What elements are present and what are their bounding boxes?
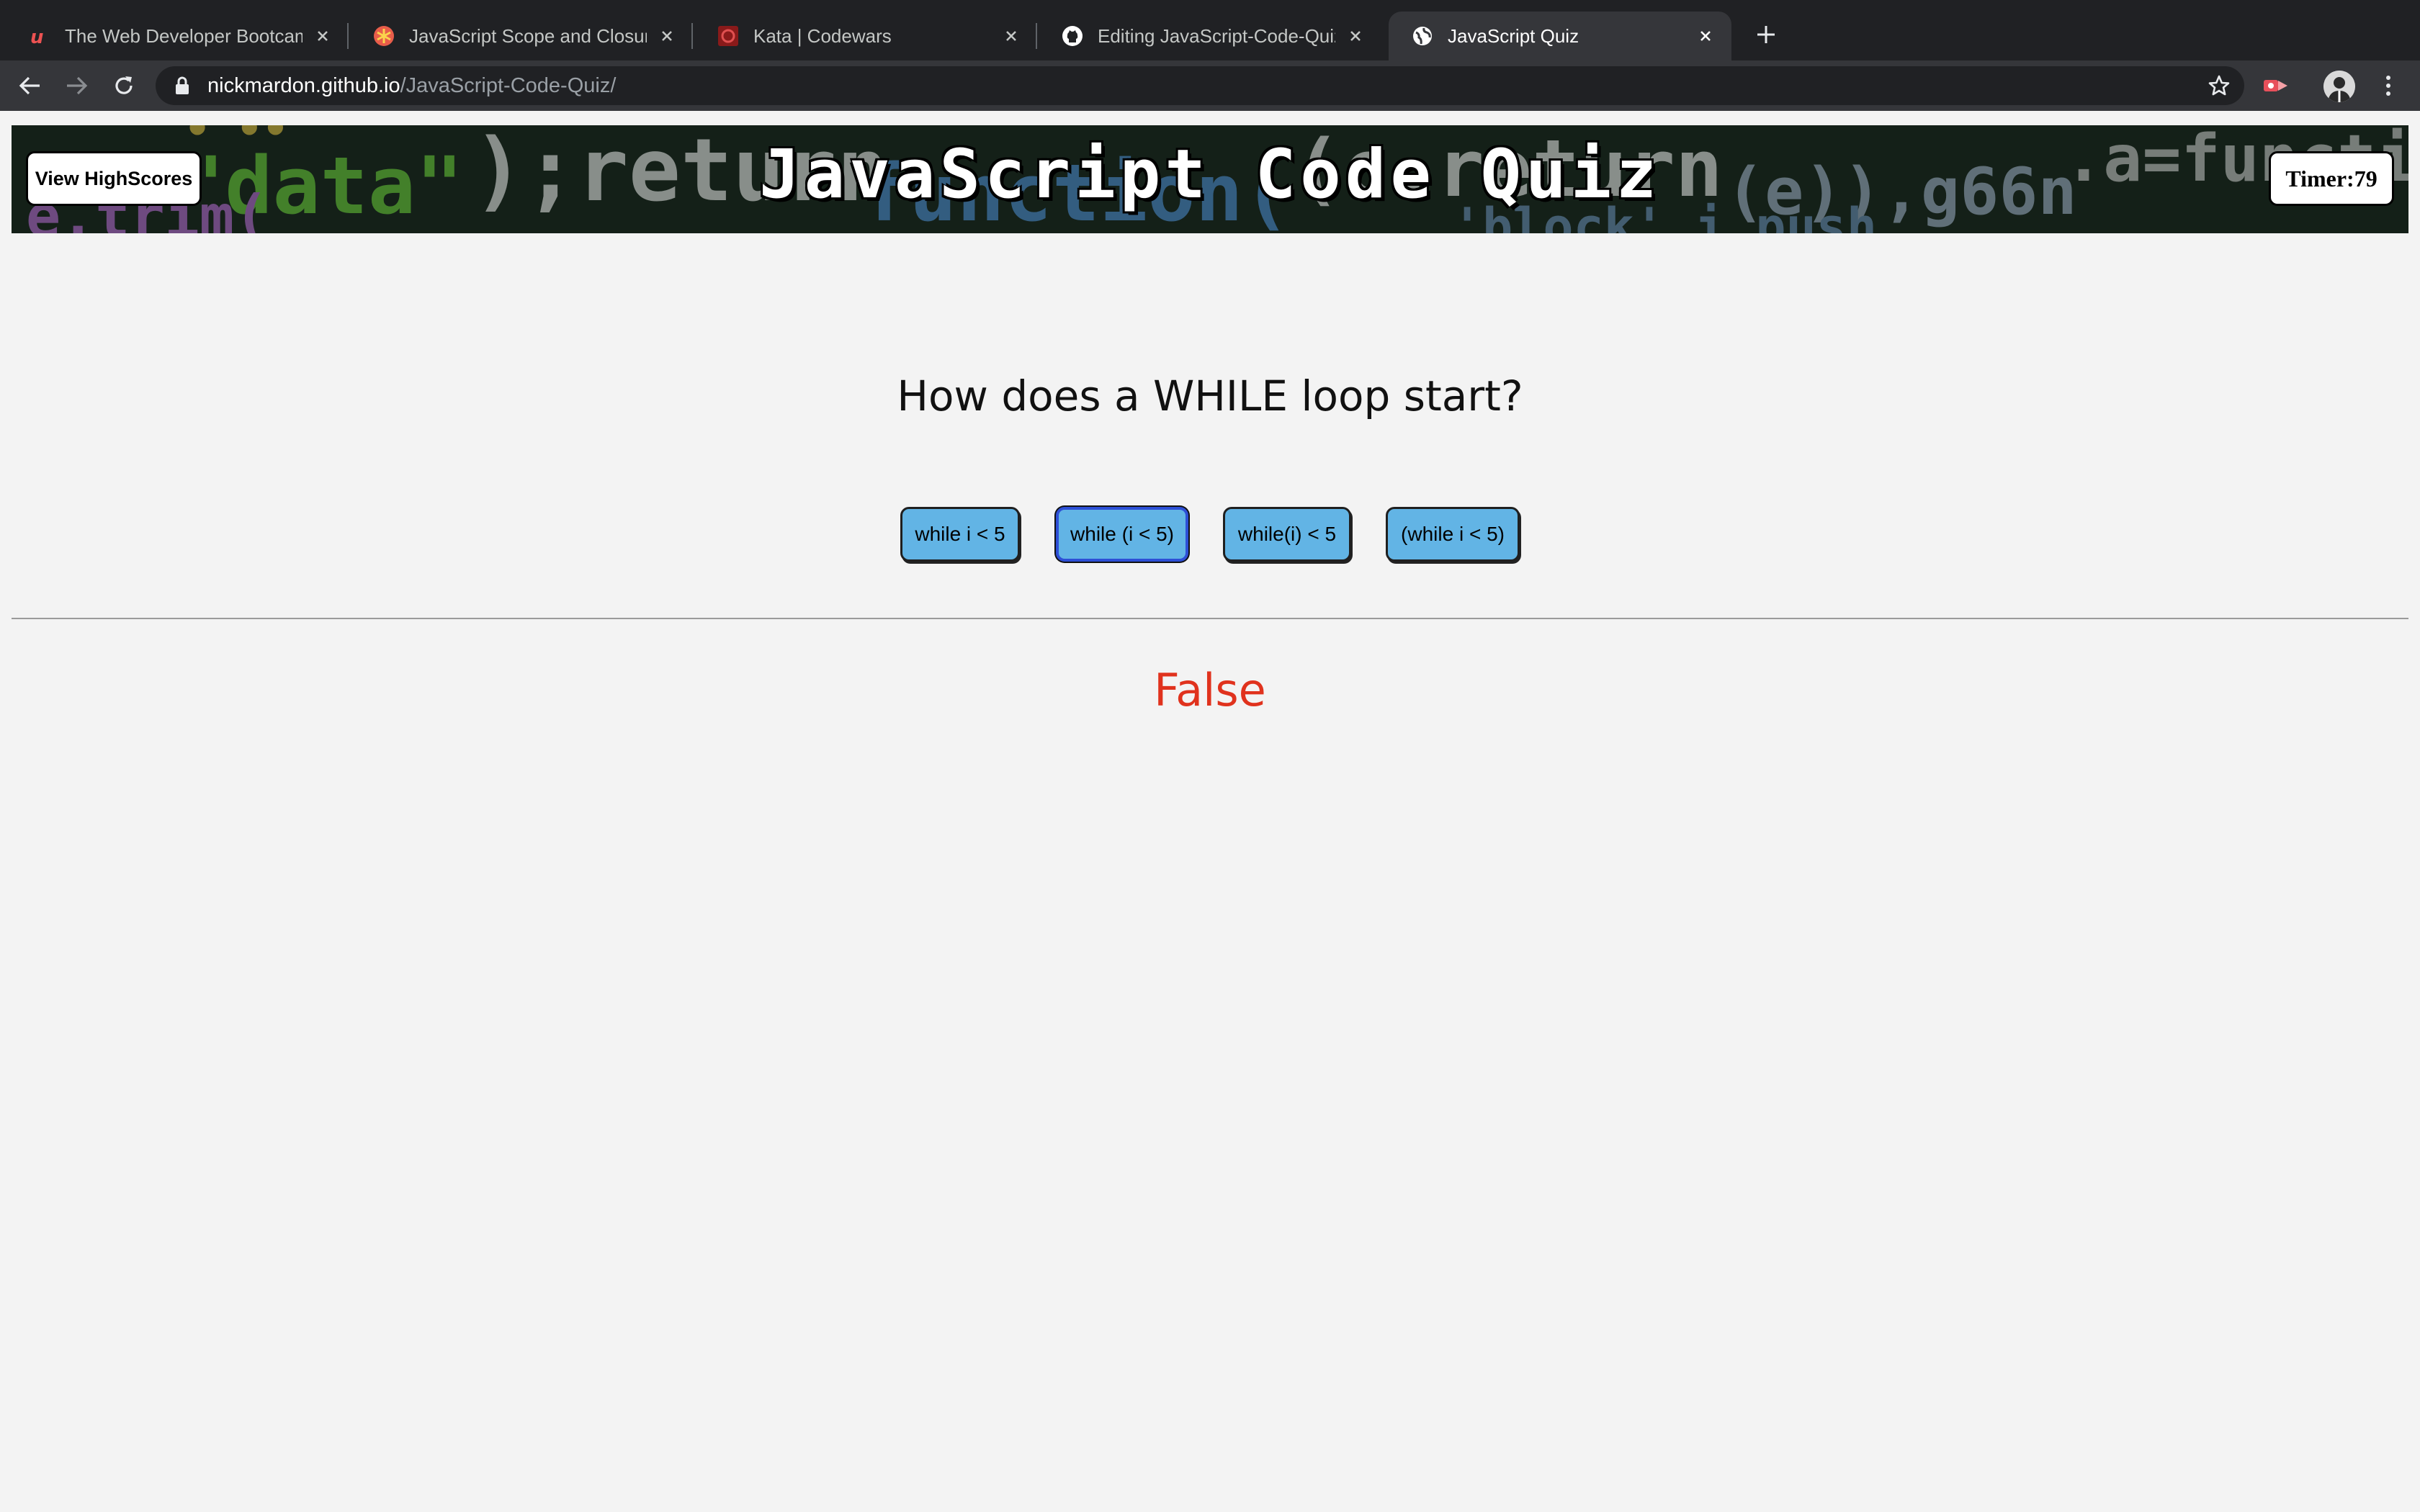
timer-display: Timer:79 [2269, 151, 2394, 206]
extension-icon [2264, 80, 2287, 91]
answer-choices: while i < 5 while (i < 5) while(i) < 5 (… [0, 507, 2420, 564]
tab-title: JavaScript Quiz [1448, 24, 1579, 47]
url-text: nickmardon.github.io/JavaScript-Code-Qui… [207, 74, 616, 98]
divider [12, 618, 2408, 619]
arrow-right-icon [67, 76, 88, 95]
browser-tab-strip: u The Web Developer Bootcamp JavaScript … [0, 0, 2420, 60]
reload-button[interactable] [107, 68, 141, 103]
url-path: /JavaScript-Code-Quiz/ [400, 73, 617, 97]
browser-tab[interactable]: Kata | Codewars [694, 12, 1037, 60]
udemy-icon: u [29, 25, 50, 47]
page-title: JavaScript Code Quiz [759, 135, 1661, 214]
browser-tab[interactable]: Editing JavaScript-Code-Quiz/ [1039, 12, 1381, 60]
header-banner: "data" );return function( (c.return (e))… [12, 125, 2408, 233]
github-icon [1062, 25, 1083, 47]
lock-icon [173, 75, 192, 96]
close-icon[interactable] [1344, 24, 1367, 48]
bookmark-star-icon[interactable] [2205, 72, 2233, 99]
css-tricks-icon [373, 25, 395, 47]
browser-tab[interactable]: u The Web Developer Bootcamp [6, 12, 349, 60]
forward-button[interactable] [59, 68, 94, 103]
answer-button-4[interactable]: (while i < 5) [1386, 507, 1520, 562]
globe-icon [1412, 25, 1433, 47]
tab-title: The Web Developer Bootcamp [65, 24, 302, 47]
tab-title: Kata | Codewars [753, 24, 892, 47]
codewars-icon [717, 25, 739, 47]
quiz-page: "data" );return function( (c.return (e))… [0, 111, 2420, 1512]
kebab-menu-icon [2386, 76, 2390, 96]
tab-title: Editing JavaScript-Code-Quiz/ [1098, 24, 1335, 47]
svg-text:u: u [30, 27, 44, 47]
address-bar[interactable]: nickmardon.github.io/JavaScript-Code-Qui… [156, 66, 2244, 105]
plus-icon [1757, 26, 1775, 43]
view-highscores-button[interactable]: View HighScores [26, 151, 202, 206]
arrow-left-icon [19, 76, 40, 95]
answer-result: False [1154, 664, 1266, 716]
extension-button[interactable] [2259, 68, 2293, 103]
answer-button-2[interactable]: while (i < 5) [1056, 507, 1188, 562]
browser-tab-active[interactable]: JavaScript Quiz [1389, 12, 1731, 60]
close-icon[interactable] [1000, 24, 1023, 48]
close-icon[interactable] [655, 24, 678, 48]
tab-title: JavaScript Scope and Closures [409, 24, 647, 47]
reload-icon [115, 76, 133, 94]
close-icon[interactable] [1694, 24, 1717, 48]
answer-button-1[interactable]: while i < 5 [900, 507, 1020, 562]
browser-menu-button[interactable] [2371, 68, 2406, 103]
back-button[interactable] [13, 68, 48, 103]
answer-button-3[interactable]: while(i) < 5 [1223, 507, 1351, 562]
question-text: How does a WHILE loop start? [897, 372, 1523, 420]
browser-tab[interactable]: JavaScript Scope and Closures [350, 12, 693, 60]
profile-avatar[interactable] [2323, 71, 2355, 102]
new-tab-button[interactable] [1752, 20, 1780, 49]
url-host: nickmardon.github.io [207, 73, 400, 97]
close-icon[interactable] [311, 24, 334, 48]
browser-toolbar: nickmardon.github.io/JavaScript-Code-Qui… [0, 60, 2420, 111]
